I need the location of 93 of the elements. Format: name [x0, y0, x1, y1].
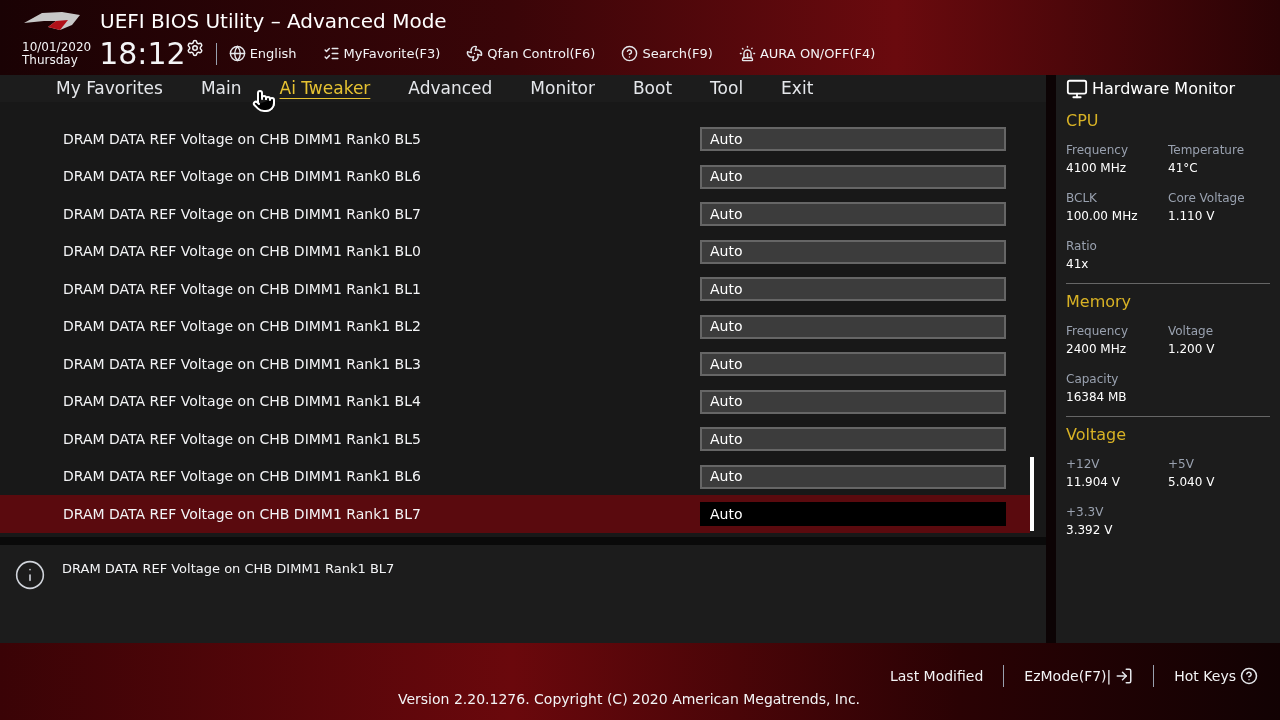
setting-row[interactable]: DRAM DATA REF Voltage on CHB DIMM1 Rank1 BL6 Auto: [0, 458, 1030, 496]
reading-label: +12V: [1066, 456, 1101, 473]
setting-label: DRAM DATA REF Voltage on CHB DIMM1 Rank0 BL6: [63, 167, 422, 187]
reading-label: +3.3V: [1066, 504, 1105, 521]
toolbar-button[interactable]: MyFavorite(F3): [322, 43, 441, 64]
help-icon: [1240, 667, 1258, 685]
info-icon: [14, 558, 46, 591]
reading-value: 1.200 V: [1168, 341, 1216, 358]
window-title: UEFI BIOS Utility – Advanced Mode: [100, 7, 447, 35]
menu-tab[interactable]: Exit: [781, 76, 814, 102]
day-text: Thursday: [22, 53, 78, 67]
help-text: DRAM DATA REF Voltage on CHB DIMM1 Rank1 BL7: [62, 559, 395, 578]
section-title: Memory: [1066, 291, 1133, 313]
menu-tab[interactable]: Monitor: [530, 76, 595, 102]
setting-label: DRAM DATA REF Voltage on CHB DIMM1 Rank1 BL7: [63, 504, 422, 524]
footer-link[interactable]: EzMode(F7)|: [1024, 665, 1134, 687]
search-icon: [621, 45, 639, 62]
reading-value: 11.904 V: [1066, 474, 1121, 491]
reading-value: 2400 MHz: [1066, 341, 1128, 358]
value-field[interactable]: Auto: [700, 389, 1006, 414]
toolbar-button[interactable]: AURA ON/OFF(F4): [738, 43, 876, 64]
toolbar-button[interactable]: English: [228, 43, 297, 64]
menu-tab[interactable]: Main: [200, 76, 242, 102]
date-text: 10/01/2020: [22, 40, 92, 54]
setting-row[interactable]: DRAM DATA REF Voltage on CHB DIMM1 Rank1 BL5 Auto: [0, 420, 1030, 458]
reading-value: 1.110 V: [1168, 208, 1216, 225]
setting-label: DRAM DATA REF Voltage on CHB DIMM1 Rank0 BL5: [63, 129, 422, 149]
reading-value: 3.392 V: [1066, 522, 1114, 539]
reading-label: Frequency: [1066, 323, 1129, 340]
value-field[interactable]: Auto: [700, 464, 1006, 489]
menu-tab[interactable]: My Favorites: [56, 76, 163, 102]
setting-row[interactable]: DRAM DATA REF Voltage on CHB DIMM1 Rank1 BL0 Auto: [0, 233, 1030, 271]
menu-tab[interactable]: Boot: [632, 76, 673, 102]
favorite-icon: [322, 45, 340, 62]
reading-value: 16384 MB: [1066, 389, 1128, 406]
reading-label: BCLK: [1066, 190, 1098, 207]
hand-pointer-icon: [252, 89, 276, 113]
value-field[interactable]: Auto: [700, 277, 1006, 302]
toolbar-button[interactable]: Search(F9): [621, 43, 713, 64]
clock-text: 18:12: [99, 38, 186, 69]
footer-link[interactable]: Hot Keys: [1174, 665, 1258, 687]
setting-row[interactable]: DRAM DATA REF Voltage on CHB DIMM1 Rank1 BL1 Auto: [0, 270, 1030, 308]
globe-icon: [228, 45, 246, 62]
menu-tab[interactable]: Advanced: [408, 76, 493, 102]
reading-label: Ratio: [1066, 238, 1098, 255]
fan-icon: [466, 45, 484, 62]
reading-label: Core Voltage: [1168, 190, 1246, 207]
lamp-icon: [738, 45, 756, 62]
reading-value: 5.040 V: [1168, 474, 1216, 491]
footer-link[interactable]: Last Modified: [889, 665, 984, 687]
reading-label: Capacity: [1066, 371, 1120, 388]
toolbar-button[interactable]: Qfan Control(F6): [466, 43, 596, 64]
reading-value: 4100 MHz: [1066, 160, 1128, 177]
value-field[interactable]: Auto: [700, 427, 1006, 452]
section-title: CPU: [1066, 110, 1100, 132]
menu-tab[interactable]: Tool: [710, 76, 744, 102]
setting-label: DRAM DATA REF Voltage on CHB DIMM1 Rank1 BL5: [63, 429, 422, 449]
setting-row[interactable]: DRAM DATA REF Voltage on CHB DIMM1 Rank1 BL4 Auto: [0, 383, 1030, 421]
setting-label: DRAM DATA REF Voltage on CHB DIMM1 Rank1 BL4: [63, 392, 422, 412]
value-field[interactable]: Auto: [700, 127, 1006, 152]
setting-label: DRAM DATA REF Voltage on CHB DIMM1 Rank0 BL7: [63, 204, 422, 224]
setting-label: DRAM DATA REF Voltage on CHB DIMM1 Rank1 BL1: [63, 279, 422, 299]
reading-value: 100.00 MHz: [1066, 208, 1139, 225]
menu-tab[interactable]: Ai Tweaker: [279, 76, 371, 102]
settings-icon[interactable]: [185, 38, 204, 57]
setting-row[interactable]: DRAM DATA REF Voltage on CHB DIMM1 Rank1 BL3 Auto: [0, 345, 1030, 383]
reading-label: +5V: [1168, 456, 1195, 473]
panel-title: Hardware Monitor: [1092, 78, 1236, 100]
value-field[interactable]: Auto: [700, 314, 1006, 339]
setting-label: DRAM DATA REF Voltage on CHB DIMM1 Rank1 BL0: [63, 242, 422, 262]
value-field[interactable]: Auto: [700, 502, 1006, 527]
value-field[interactable]: Auto: [700, 239, 1006, 264]
reading-value: 41°C: [1168, 160, 1199, 177]
reading-label: Voltage: [1168, 323, 1214, 340]
setting-row[interactable]: DRAM DATA REF Voltage on CHB DIMM1 Rank0 BL5 Auto: [0, 120, 1030, 158]
setting-row[interactable]: DRAM DATA REF Voltage on CHB DIMM1 Rank1 BL2 Auto: [0, 308, 1030, 346]
setting-label: DRAM DATA REF Voltage on CHB DIMM1 Rank1 BL3: [63, 354, 422, 374]
scrollbar-thumb[interactable]: [1030, 456, 1034, 531]
reading-label: Temperature: [1168, 142, 1245, 159]
reading-value: 41x: [1066, 256, 1090, 273]
reading-label: Frequency: [1066, 142, 1129, 159]
copyright-text: Version 2.20.1276. Copyright (C) 2020 American Megatrends, Inc.: [397, 690, 861, 709]
value-field[interactable]: Auto: [700, 202, 1006, 227]
setting-row[interactable]: DRAM DATA REF Voltage on CHB DIMM1 Rank0 BL7 Auto: [0, 195, 1030, 233]
section-title: Voltage: [1066, 424, 1127, 446]
exit-arrow-icon: [1115, 667, 1134, 685]
setting-row[interactable]: DRAM DATA REF Voltage on CHB DIMM1 Rank0 BL6 Auto: [0, 158, 1030, 196]
setting-label: DRAM DATA REF Voltage on CHB DIMM1 Rank1 BL6: [63, 467, 422, 487]
value-field[interactable]: Auto: [700, 352, 1006, 377]
setting-label: DRAM DATA REF Voltage on CHB DIMM1 Rank1 BL2: [63, 317, 422, 337]
setting-row[interactable]: DRAM DATA REF Voltage on CHB DIMM1 Rank1 BL7 Auto: [0, 495, 1030, 533]
monitor-icon: [1066, 78, 1088, 100]
value-field[interactable]: Auto: [700, 164, 1006, 189]
